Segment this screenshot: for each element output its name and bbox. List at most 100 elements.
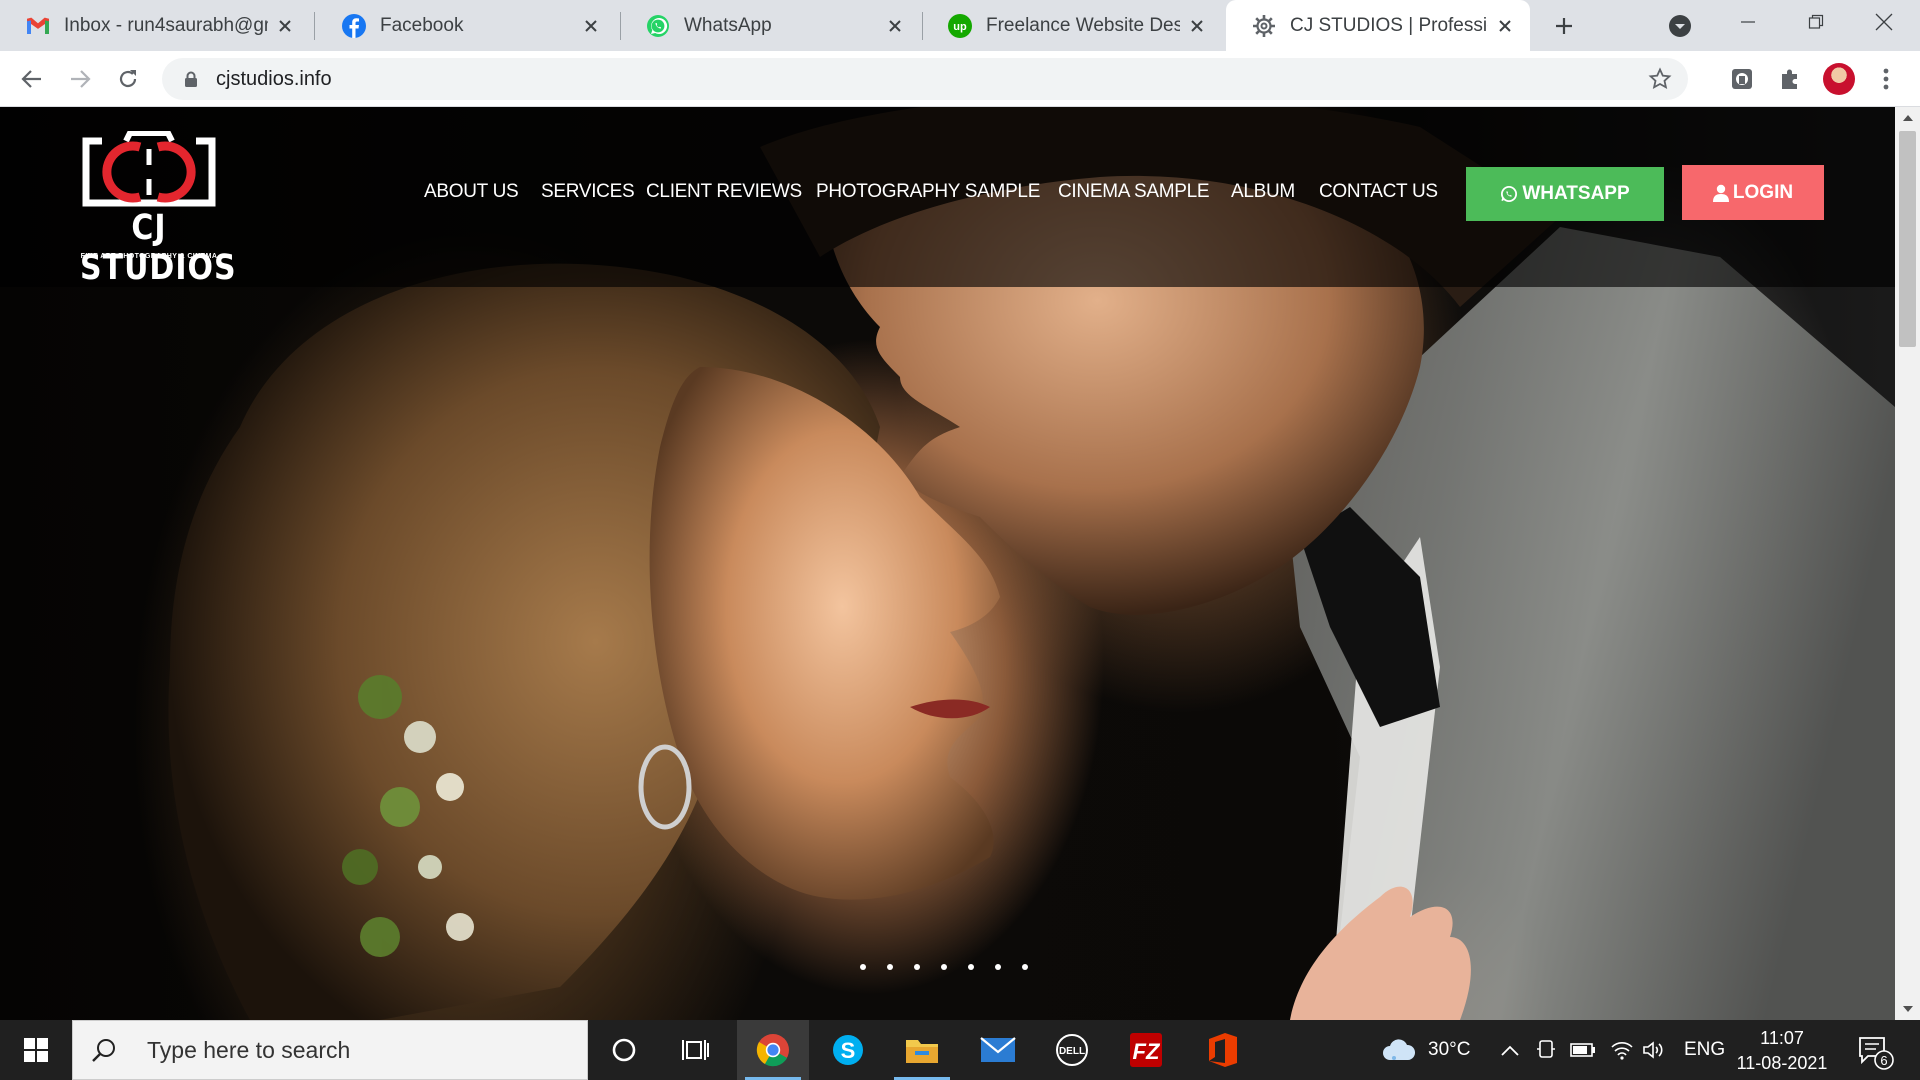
- close-icon[interactable]: [884, 15, 906, 37]
- slider-dot[interactable]: [995, 964, 1001, 970]
- slider-dot[interactable]: [1022, 964, 1028, 970]
- windows-taskbar: Type here to search S DELL FZ 30°C ENG 1…: [0, 1020, 1920, 1080]
- close-icon[interactable]: [1186, 15, 1208, 37]
- login-button[interactable]: LOGIN: [1682, 165, 1824, 220]
- clock-time: 11:07: [1760, 1028, 1804, 1048]
- scroll-down-arrow-icon[interactable]: [1895, 998, 1920, 1020]
- slider-dot[interactable]: [887, 964, 893, 970]
- windows-start-button[interactable]: [0, 1020, 72, 1080]
- svg-text:up: up: [953, 21, 967, 33]
- task-view-icon[interactable]: [660, 1020, 732, 1080]
- browser-toolbar: cjstudios.info: [0, 51, 1920, 107]
- tab-upwork[interactable]: up Freelance Website Design: [922, 0, 1222, 51]
- slider-pagination: [860, 964, 1028, 970]
- restore-button[interactable]: [1782, 0, 1850, 44]
- extension-icon[interactable]: [1724, 61, 1760, 97]
- slider-dot[interactable]: [914, 964, 920, 970]
- clock-date: 11-08-2021: [1736, 1053, 1828, 1073]
- nav-cinema-sample[interactable]: CINEMA SAMPLE: [1058, 181, 1210, 203]
- close-icon[interactable]: [580, 15, 602, 37]
- gmail-icon: [26, 14, 50, 38]
- logo-tagline: FINE ART PHOTOGRAPHY & CINEMA: [80, 253, 218, 260]
- nav-services[interactable]: SERVICES: [541, 181, 635, 203]
- tab-whatsapp[interactable]: WhatsApp: [620, 0, 920, 51]
- camera-logo-icon: [82, 131, 216, 207]
- battery-icon[interactable]: [1570, 1020, 1596, 1080]
- page-scrollbar[interactable]: [1895, 107, 1920, 1020]
- notification-count: 6: [1880, 1053, 1887, 1068]
- page-viewport: CJ STUDIOS FINE ART PHOTOGRAPHY & CINEMA…: [0, 107, 1895, 1020]
- device-icon[interactable]: [1536, 1020, 1556, 1080]
- puzzle-extensions-icon[interactable]: [1772, 61, 1808, 97]
- tab-strip: Inbox - run4saurabh@gmail.com Facebook W…: [0, 0, 1920, 51]
- filezilla-icon[interactable]: FZ: [1110, 1020, 1182, 1080]
- whatsapp-label: WHATSAPP: [1522, 183, 1630, 204]
- upwork-icon: up: [948, 13, 972, 38]
- new-tab-button[interactable]: [1548, 10, 1580, 42]
- dell-icon[interactable]: DELL: [1036, 1020, 1108, 1080]
- whatsapp-icon: [646, 14, 670, 38]
- tab-separator: [314, 12, 315, 40]
- url-text: cjstudios.info: [216, 67, 332, 90]
- mail-icon[interactable]: [962, 1020, 1034, 1080]
- tab-title: WhatsApp: [684, 14, 772, 36]
- language-indicator[interactable]: ENG: [1684, 1020, 1725, 1080]
- tab-facebook[interactable]: Facebook: [316, 0, 616, 51]
- volume-icon[interactable]: [1642, 1020, 1666, 1080]
- profile-avatar[interactable]: [1823, 63, 1855, 95]
- cloud-icon: [1383, 1039, 1416, 1060]
- search-icon: [92, 1039, 115, 1062]
- whatsapp-button[interactable]: WHATSAPP: [1466, 167, 1664, 221]
- logo-name: CJ STUDIOS: [80, 207, 237, 289]
- close-icon[interactable]: [1494, 15, 1516, 37]
- tray-chevron-icon[interactable]: [1500, 1020, 1520, 1080]
- lock-icon[interactable]: [182, 70, 200, 88]
- scroll-thumb[interactable]: [1899, 131, 1916, 347]
- bookmark-star-icon[interactable]: [1648, 67, 1672, 91]
- system-clock[interactable]: 11:07 11-08-2021: [1728, 1026, 1836, 1076]
- slider-dot[interactable]: [968, 964, 974, 970]
- nav-album[interactable]: ALBUM: [1231, 181, 1295, 203]
- tab-title: Freelance Website Design: [986, 14, 1180, 36]
- weather-widget[interactable]: 30°C: [1382, 1020, 1470, 1080]
- close-window-button[interactable]: [1850, 0, 1918, 44]
- notification-center-icon[interactable]: 6: [1854, 1020, 1894, 1080]
- tab-title: Facebook: [380, 14, 464, 36]
- back-button[interactable]: [14, 61, 50, 97]
- slider-dot[interactable]: [860, 964, 866, 970]
- reload-button[interactable]: [110, 61, 146, 97]
- nav-about-us[interactable]: ABOUT US: [424, 181, 519, 203]
- tab-title: CJ STUDIOS | Professional: [1290, 14, 1488, 36]
- user-icon: [1712, 184, 1729, 202]
- scroll-up-arrow-icon[interactable]: [1895, 107, 1920, 129]
- forward-button[interactable]: [62, 61, 98, 97]
- minimize-button[interactable]: [1714, 0, 1782, 44]
- search-placeholder: Type here to search: [147, 1036, 351, 1063]
- file-explorer-icon[interactable]: [886, 1020, 958, 1080]
- nav-contact-us[interactable]: CONTACT US: [1319, 181, 1438, 203]
- tab-cj-studios[interactable]: CJ STUDIOS | Professional: [1226, 0, 1530, 51]
- facebook-icon: [342, 13, 366, 38]
- tab-search-button[interactable]: [1666, 12, 1694, 40]
- windows-logo-icon: [24, 1038, 48, 1062]
- login-label: LOGIN: [1732, 181, 1794, 203]
- svg-text:DELL: DELL: [1059, 1046, 1085, 1057]
- nav-photography-sample[interactable]: PHOTOGRAPHY SAMPLE: [816, 181, 1040, 203]
- gear-icon: [1252, 14, 1276, 38]
- chrome-icon[interactable]: [737, 1020, 809, 1080]
- menu-kebab-icon[interactable]: [1868, 61, 1904, 97]
- svg-text:S: S: [841, 1038, 856, 1063]
- nav-client-reviews[interactable]: CLIENT REVIEWS: [646, 181, 802, 203]
- svg-text:FZ: FZ: [1133, 1039, 1161, 1064]
- taskbar-search-box[interactable]: Type here to search: [72, 1020, 588, 1080]
- skype-icon[interactable]: S: [812, 1020, 884, 1080]
- cortana-icon[interactable]: [588, 1020, 660, 1080]
- office-icon[interactable]: [1186, 1020, 1258, 1080]
- site-logo[interactable]: CJ STUDIOS FINE ART PHOTOGRAPHY & CINEMA: [80, 131, 236, 288]
- tab-gmail[interactable]: Inbox - run4saurabh@gmail.com: [0, 0, 310, 51]
- slider-dot[interactable]: [941, 964, 947, 970]
- close-icon[interactable]: [274, 15, 296, 37]
- tab-title: Inbox - run4saurabh@gmail.com: [64, 14, 268, 36]
- wifi-icon[interactable]: [1610, 1020, 1634, 1080]
- address-bar[interactable]: cjstudios.info: [162, 58, 1688, 100]
